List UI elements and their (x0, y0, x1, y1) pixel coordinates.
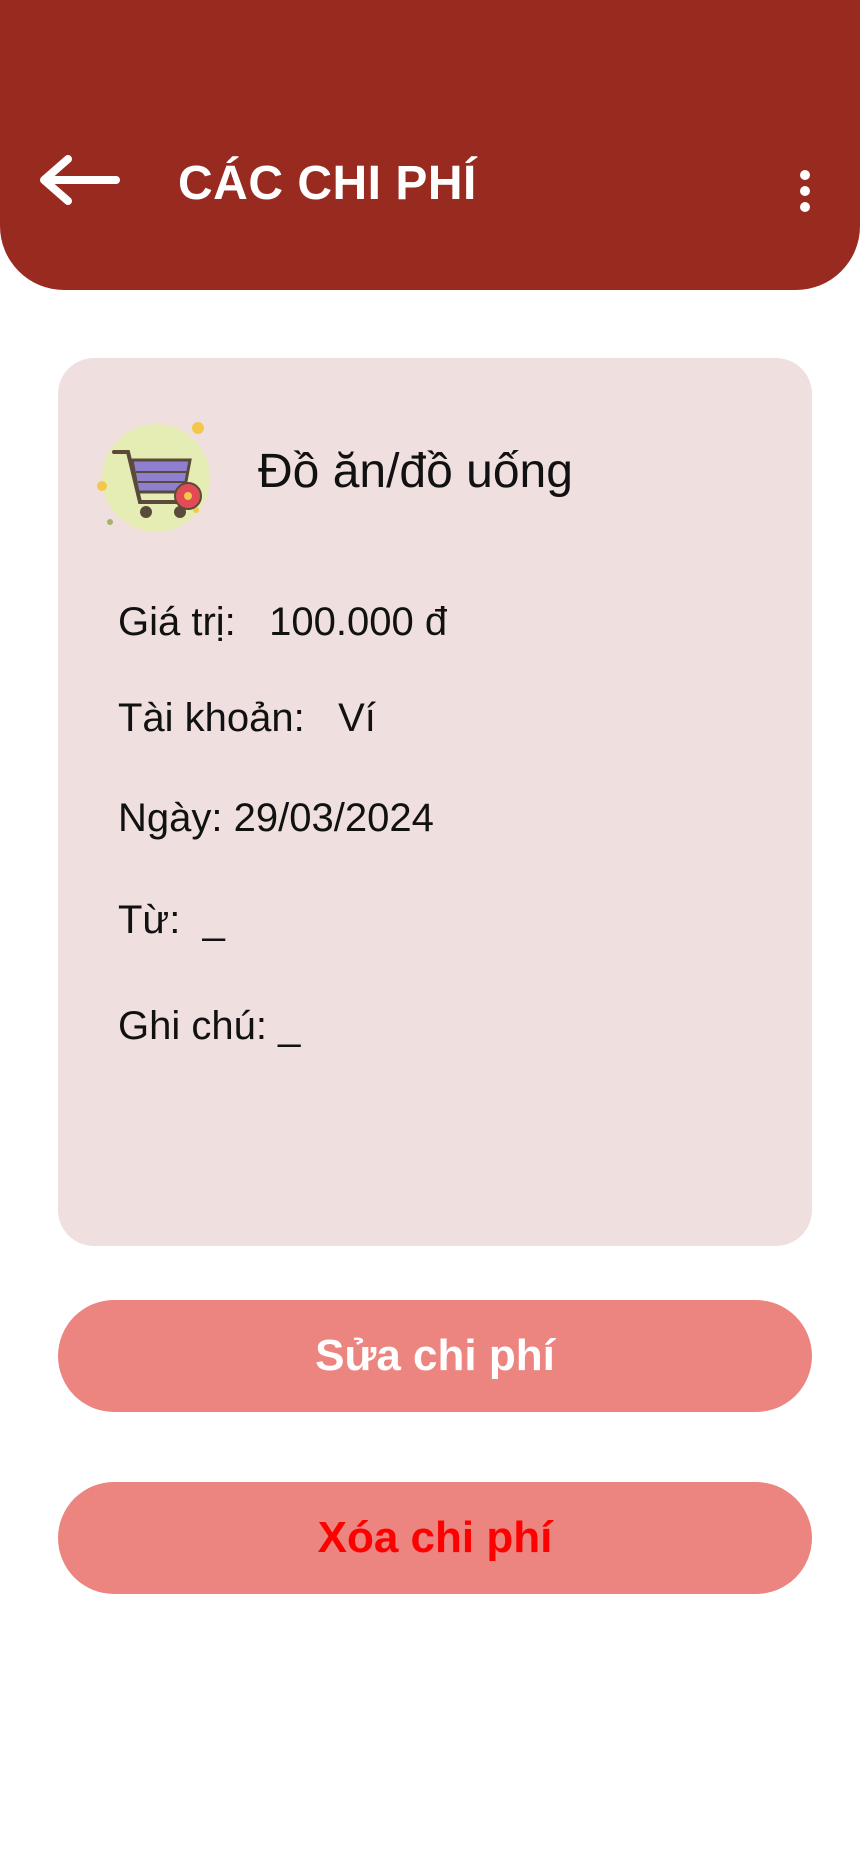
from-label: Từ: (118, 898, 181, 942)
account-value: Ví (338, 696, 376, 740)
value-row: Giá trị: 100.000 đ (118, 598, 447, 646)
page-title: CÁC CHI PHÍ (178, 157, 477, 210)
value-amount: 100.000 đ (269, 600, 448, 644)
expense-detail-card: Đồ ăn/đồ uống Giá trị: 100.000 đ Tài kho… (58, 358, 812, 1246)
more-options-button[interactable] (790, 162, 820, 222)
more-vertical-icon (800, 170, 810, 180)
app-header: CÁC CHI PHÍ (0, 0, 860, 290)
from-value: _ (202, 898, 225, 942)
account-label: Tài khoản: (118, 696, 305, 740)
account-row: Tài khoản: Ví (118, 694, 376, 742)
back-button[interactable] (38, 155, 120, 205)
date-value: 29/03/2024 (233, 796, 434, 840)
edit-expense-button[interactable]: Sửa chi phí (58, 1300, 812, 1412)
from-row: Từ: _ (118, 896, 225, 944)
value-label: Giá trị: (118, 600, 236, 644)
expense-category: Đồ ăn/đồ uống (258, 445, 573, 498)
shopping-cart-icon (97, 422, 210, 532)
note-value: _ (278, 1004, 301, 1048)
delete-expense-button[interactable]: Xóa chi phí (58, 1482, 812, 1594)
date-label: Ngày: (118, 796, 223, 840)
note-label: Ghi chú: (118, 1004, 267, 1048)
note-row: Ghi chú: _ (118, 1002, 300, 1050)
arrow-left-icon (40, 155, 120, 205)
date-row: Ngày: 29/03/2024 (118, 794, 434, 842)
